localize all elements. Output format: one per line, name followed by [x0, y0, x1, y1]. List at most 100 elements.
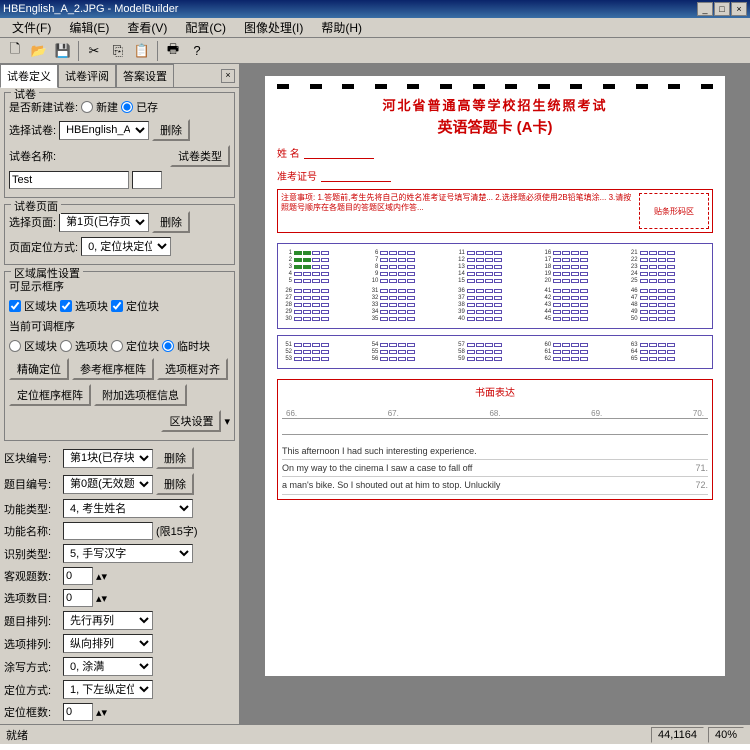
spinner-icon[interactable]: ▴▾: [96, 706, 107, 719]
menu-config[interactable]: 配置(C): [177, 17, 234, 38]
main-content: 试卷定义 试卷评阅 答案设置 × 试卷 是否新建试卷: 新建 已存 选择试卷: …: [0, 64, 750, 724]
group-title: 试卷: [11, 88, 39, 102]
loc-select[interactable]: 1, 下左纵定位: [63, 680, 153, 699]
tab-spacer: ×: [174, 64, 239, 88]
open-icon[interactable]: 📂: [28, 40, 50, 62]
optarr-select[interactable]: 纵向排列: [63, 634, 153, 653]
blocknum-delete[interactable]: 删除: [156, 447, 194, 469]
paper-type-button[interactable]: 试卷类型: [170, 145, 230, 167]
menu-file[interactable]: 文件(F): [4, 17, 59, 38]
select-paper[interactable]: HBEnglish_A: [59, 121, 149, 140]
bubble-area-2: 515253545556575859606162636465: [277, 335, 713, 369]
preview-area[interactable]: 河北省普通高等学校招生统照考试 英语答题卡 (A卡) 姓 名 准考证号 注意事项…: [240, 64, 750, 724]
select-page[interactable]: 第1页(已存页面): [59, 213, 149, 232]
locblk-input[interactable]: [63, 703, 93, 721]
exam-title: 河北省普通高等学校招生统照考试: [277, 95, 713, 114]
menu-edit[interactable]: 编辑(E): [61, 17, 117, 38]
funcname-input[interactable]: [63, 522, 153, 540]
print-icon[interactable]: 🖶: [162, 40, 184, 62]
toolbar: 🗋 📂 💾 ✂ ⎘ 📋 🖶 ?: [0, 38, 750, 64]
r-locate[interactable]: [111, 340, 123, 352]
paper-name-extra[interactable]: [132, 171, 162, 189]
btn-locate-grid[interactable]: 定位框序框阵: [9, 384, 91, 406]
functype-select[interactable]: 4, 考生姓名: [63, 499, 193, 518]
new-icon[interactable]: 🗋: [4, 40, 26, 62]
group-page: 试卷页面 选择页面: 第1页(已存页面) 删除 页面定位方式: 0, 定位块定位: [4, 204, 235, 265]
info-row: 姓 名: [277, 145, 713, 160]
radio-exist[interactable]: [121, 101, 133, 113]
qnum-select[interactable]: 第0题(无效题): [63, 475, 153, 494]
r-region[interactable]: [9, 340, 21, 352]
separator: [157, 41, 158, 61]
chevron-down-icon: ▾: [224, 415, 230, 428]
cut-icon[interactable]: ✂: [83, 40, 105, 62]
delete-page-button[interactable]: 删除: [152, 211, 190, 233]
btn-align[interactable]: 选项框对齐: [157, 358, 228, 380]
adjust-label: 当前可调框序: [9, 318, 75, 334]
sidebar: 试卷定义 试卷评阅 答案设置 × 试卷 是否新建试卷: 新建 已存 选择试卷: …: [0, 64, 240, 724]
btn-ref-grid[interactable]: 参考框序框阵: [72, 358, 154, 380]
field-list: 区块编号:第1块(已存块)删除 题目编号:第0题(无效题)删除 功能类型:4, …: [4, 447, 235, 721]
sidebar-tabs: 试卷定义 试卷评阅 答案设置 ×: [0, 64, 239, 88]
group-title: 区域属性设置: [11, 265, 83, 281]
tab-answer[interactable]: 答案设置: [116, 64, 174, 88]
essay-text: This afternoon I had such interesting ex…: [282, 443, 708, 495]
chk-option[interactable]: [60, 300, 72, 312]
tab-review[interactable]: 试卷评阅: [58, 64, 116, 88]
essay-area: 书面表达 66.67.68.69.70. This afternoon I ha…: [277, 379, 713, 500]
separator: [78, 41, 79, 61]
status-coords: 44,1164: [651, 727, 704, 743]
qnum-delete[interactable]: 删除: [156, 473, 194, 495]
notice-box: 注意事项: 1.答题前,考生先将自己的姓名准考证号填写清楚... 2.选择题必须…: [277, 189, 713, 233]
blocknum-select[interactable]: 第1块(已存块): [63, 449, 153, 468]
window-controls: _ □ ×: [697, 2, 747, 16]
menu-bar: 文件(F) 编辑(E) 查看(V) 配置(C) 图像处理(I) 帮助(H): [0, 18, 750, 38]
menu-help[interactable]: 帮助(H): [313, 17, 370, 38]
close-button[interactable]: ×: [731, 2, 747, 16]
window-title: HBEnglish_A_2.JPG - ModelBuilder: [3, 3, 697, 15]
sheet-header: 河北省普通高等学校招生统照考试 英语答题卡 (A卡): [277, 95, 713, 137]
help-icon[interactable]: ?: [186, 40, 208, 62]
select-page-label: 选择页面:: [9, 214, 56, 230]
btn-precise[interactable]: 精确定位: [9, 358, 69, 380]
group-region: 区域属性设置 可显示框序 区域块 选项块 定位块 当前可调框序 区域块 选项块 …: [4, 271, 235, 441]
objcount-input[interactable]: [63, 567, 93, 585]
timing-marks-top: [277, 84, 713, 89]
select-paper-label: 选择试卷:: [9, 122, 56, 138]
group-paper: 试卷 是否新建试卷: 新建 已存 选择试卷: HBEnglish_A 删除 试卷…: [4, 92, 235, 198]
save-icon[interactable]: 💾: [52, 40, 74, 62]
r-option[interactable]: [60, 340, 72, 352]
exist-opt: 已存: [136, 99, 158, 115]
menu-image[interactable]: 图像处理(I): [236, 17, 311, 38]
paper-name-input[interactable]: [9, 171, 129, 189]
qarr-select[interactable]: 先行再列: [63, 611, 153, 630]
chk-locate[interactable]: [111, 300, 123, 312]
answer-sheet: 河北省普通高等学校招生统照考试 英语答题卡 (A卡) 姓 名 准考证号 注意事项…: [265, 76, 725, 676]
delete-paper-button[interactable]: 删除: [152, 119, 190, 141]
optcount-input[interactable]: [63, 589, 93, 607]
fill-select[interactable]: 0, 涂满: [63, 657, 153, 676]
exam-subtitle: 英语答题卡 (A卡): [277, 116, 713, 137]
essay-title: 书面表达: [282, 384, 708, 399]
chk-region[interactable]: [9, 300, 21, 312]
tab-define[interactable]: 试卷定义: [0, 64, 58, 88]
spinner-icon[interactable]: ▴▾: [96, 570, 107, 583]
radio-new[interactable]: [81, 101, 93, 113]
group-title: 试卷页面: [11, 198, 61, 214]
btn-block-config[interactable]: 区块设置: [161, 410, 221, 432]
menu-view[interactable]: 查看(V): [119, 17, 175, 38]
minimize-button[interactable]: _: [697, 2, 713, 16]
r-temp[interactable]: [162, 340, 174, 352]
copy-icon[interactable]: ⎘: [107, 40, 129, 62]
maximize-button[interactable]: □: [714, 2, 730, 16]
paste-icon[interactable]: 📋: [131, 40, 153, 62]
panel-close-icon[interactable]: ×: [221, 69, 235, 83]
new-opt: 新建: [96, 99, 118, 115]
sidebar-body: 试卷 是否新建试卷: 新建 已存 选择试卷: HBEnglish_A 删除 试卷…: [0, 88, 239, 724]
rectype-select[interactable]: 5, 手写汉字: [63, 544, 193, 563]
spinner-icon[interactable]: ▴▾: [96, 592, 107, 605]
title-bar: HBEnglish_A_2.JPG - ModelBuilder _ □ ×: [0, 0, 750, 18]
locate-label: 页面定位方式:: [9, 239, 78, 255]
locate-select[interactable]: 0, 定位块定位: [81, 237, 171, 256]
btn-extra-opt[interactable]: 附加选项框信息: [94, 384, 187, 406]
